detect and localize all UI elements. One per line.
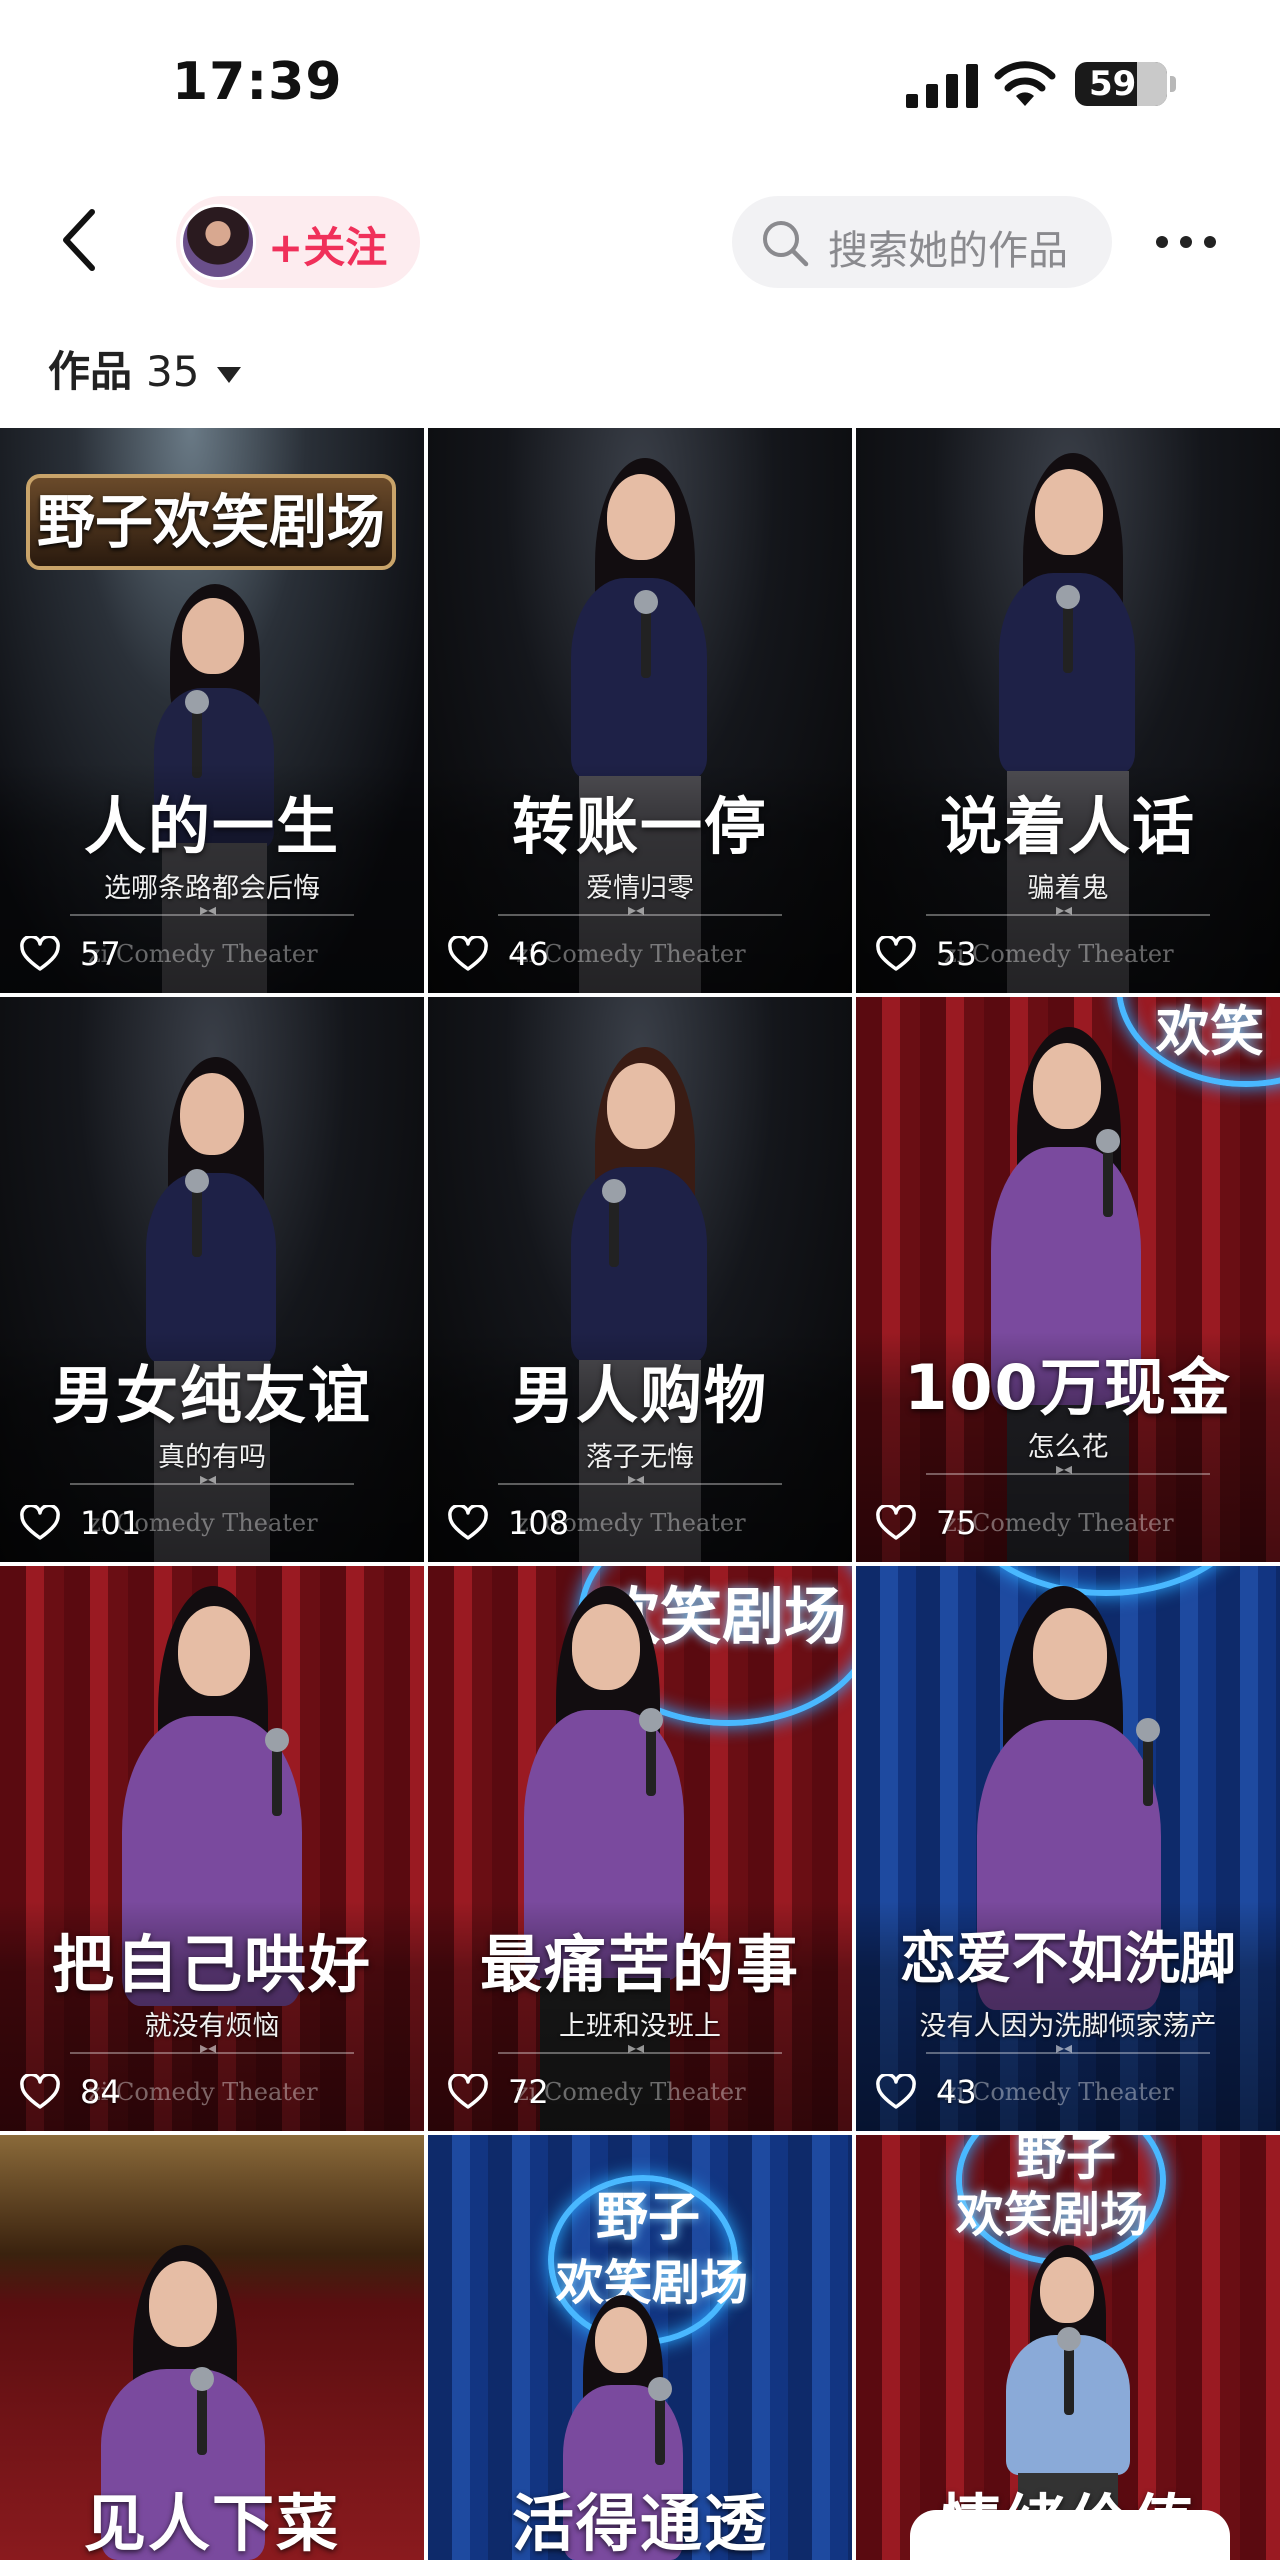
tile-watermark: zi Comedy Theater — [944, 2078, 1174, 2106]
tile-title: 最痛苦的事 — [479, 1928, 800, 2001]
tile-divider — [498, 2038, 782, 2057]
like-count: 43 — [936, 2073, 977, 2111]
like-count: 101 — [80, 1504, 142, 1542]
tile-divider — [926, 2038, 1210, 2057]
tile-title: 男女纯友谊 — [51, 1359, 372, 1432]
follow-label: +关注 — [268, 223, 388, 272]
heart-icon — [20, 936, 60, 971]
battery-level: 59 — [1089, 64, 1137, 104]
like-count: 72 — [508, 2073, 549, 2111]
heart-icon — [448, 936, 488, 971]
work-tile[interactable]: 野子欢笑剧场 人的一生 选哪条路都会后悔 zi Comedy Theater 5… — [0, 428, 424, 993]
floating-card-edge — [910, 2510, 1230, 2560]
like-count: 108 — [508, 1504, 570, 1542]
caret-down-icon — [217, 366, 242, 383]
heart-icon — [448, 1505, 488, 1540]
status-bar: 17:39 59 — [0, 0, 1280, 170]
search-input[interactable]: 搜索她的作品 — [732, 196, 1112, 288]
tile-watermark: zi Comedy Theater — [88, 2078, 318, 2106]
works-label: 作品 — [48, 347, 133, 396]
work-tile[interactable]: 转账一停 爱情归零 zi Comedy Theater 46 — [428, 428, 852, 993]
heart-icon — [876, 1505, 916, 1540]
work-tile[interactable]: 恋爱不如洗脚 没有人因为洗脚倾家荡产 zi Comedy Theater 43 — [856, 1566, 1280, 2131]
work-tile[interactable]: 男女纯友谊 真的有吗 zi Comedy Theater 101 — [0, 997, 424, 1562]
works-filter[interactable]: 作品 35 — [48, 338, 242, 398]
tile-divider — [498, 900, 782, 919]
tile-watermark: zi Comedy Theater — [516, 940, 746, 968]
works-count: 35 — [146, 347, 200, 396]
tile-divider — [70, 1469, 354, 1488]
heart-icon — [448, 2074, 488, 2109]
tile-watermark: zi Comedy Theater — [516, 2078, 746, 2106]
like-count: 53 — [936, 935, 977, 973]
tile-watermark: zi Comedy Theater — [944, 1509, 1174, 1537]
neon-sign-line1: 野子 — [596, 2188, 701, 2248]
wifi-icon — [994, 61, 1056, 106]
follow-button[interactable]: +关注 — [176, 196, 420, 288]
like-count: 75 — [936, 1504, 977, 1542]
work-tile[interactable]: 男人购物 落子无悔 zi Comedy Theater 108 — [428, 997, 852, 1562]
tile-title: 见人下菜 — [83, 2487, 340, 2560]
tile-divider — [70, 2038, 354, 2057]
tile-divider — [926, 1459, 1210, 1478]
tile-title: 把自己哄好 — [51, 1928, 372, 2001]
tile-watermark: zi Comedy Theater — [944, 940, 1174, 968]
like-count: 46 — [508, 935, 549, 973]
signal-icon — [906, 64, 978, 108]
battery-tip — [1170, 76, 1176, 92]
tile-title: 恋爱不如洗脚 — [900, 1927, 1236, 1992]
more-dots-icon[interactable] — [1152, 220, 1220, 264]
tile-title: 转账一停 — [511, 790, 768, 863]
search-placeholder: 搜索她的作品 — [828, 228, 1068, 274]
nav-bar: +关注 搜索她的作品 — [0, 170, 1280, 320]
tile-divider — [926, 900, 1210, 919]
theater-sign: 野子欢笑剧场 — [26, 474, 396, 570]
work-tile[interactable]: 欢笑 100万现金 怎么花 zi Comedy Theater 75 — [856, 997, 1280, 1562]
tile-title: 说着人话 — [939, 790, 1196, 863]
tile-divider — [70, 900, 354, 919]
work-tile[interactable]: 说着人话 骗着鬼 zi Comedy Theater 53 — [856, 428, 1280, 993]
work-tile[interactable]: 野子 欢笑剧场 活得通透 — [428, 2135, 852, 2560]
tile-title: 100万现金 — [904, 1351, 1232, 1424]
status-time: 17:39 — [172, 52, 343, 112]
work-tile[interactable]: 欢笑剧场 最痛苦的事 上班和没班上 zi Comedy Theater 72 — [428, 1566, 852, 2131]
work-tile[interactable]: 把自己哄好 就没有烦恼 zi Comedy Theater 84 — [0, 1566, 424, 2131]
work-tile[interactable]: 见人下菜 — [0, 2135, 424, 2560]
tile-watermark: zi Comedy Theater — [88, 940, 318, 968]
avatar[interactable] — [180, 204, 256, 280]
tile-divider — [498, 1469, 782, 1488]
battery-icon: 59 — [1075, 62, 1167, 106]
heart-icon — [876, 2074, 916, 2109]
search-icon — [763, 221, 809, 267]
like-count: 84 — [80, 2073, 121, 2111]
neon-sign-line2: 欢笑剧场 — [956, 2187, 1149, 2243]
tile-title: 活得通透 — [511, 2487, 768, 2560]
tile-title: 人的一生 — [83, 790, 340, 863]
heart-icon — [876, 936, 916, 971]
work-tile[interactable]: 野子 欢笑剧场 情绪价值 — [856, 2135, 1280, 2560]
heart-icon — [20, 2074, 60, 2109]
back-arrow-icon[interactable] — [52, 202, 112, 278]
tile-title: 男人购物 — [511, 1359, 768, 1432]
heart-icon — [20, 1505, 60, 1540]
like-count: 57 — [80, 935, 121, 973]
